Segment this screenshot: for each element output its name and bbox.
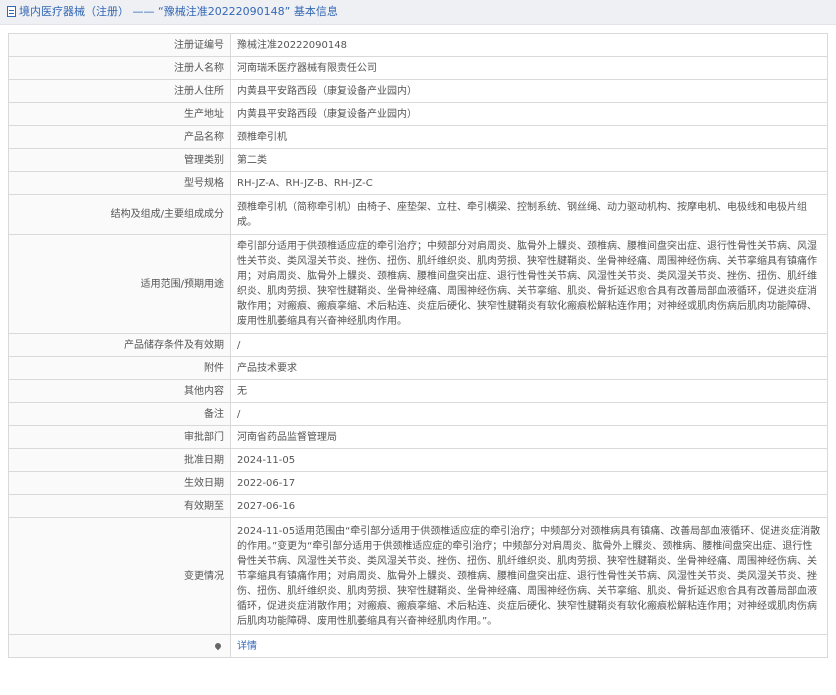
field-value: 牵引部分适用于供颈椎适应症的牵引治疗；中频部分对肩周炎、肱骨外上髁炎、颈椎病、腰… — [230, 234, 828, 334]
field-value: RH-JZ-A、RH-JZ-B、RH-JZ-C — [230, 171, 828, 195]
field-value: 2027-06-16 — [230, 494, 828, 518]
field-value: 2024-11-05 — [230, 448, 828, 472]
table-row: 生产地址 内黄县平安路西段（康复设备产业园内） — [8, 102, 828, 126]
field-value: 第二类 — [230, 148, 828, 172]
field-value: / — [230, 333, 828, 357]
table-row: 详情 — [8, 634, 828, 658]
field-label: 结构及组成/主要组成成分 — [8, 194, 231, 235]
field-label: 生效日期 — [8, 471, 231, 495]
table-row: 适用范围/预期用途 牵引部分适用于供颈椎适应症的牵引治疗；中频部分对肩周炎、肱骨… — [8, 234, 828, 334]
table-row: 结构及组成/主要组成成分 颈椎牵引机（简称牵引机）由椅子、座垫架、立柱、牵引横梁… — [8, 194, 828, 235]
field-value: 内黄县平安路西段（康复设备产业园内） — [230, 79, 828, 103]
field-value: 无 — [230, 379, 828, 403]
field-value: 豫械注准20222090148 — [230, 33, 828, 57]
field-label: 产品储存条件及有效期 — [8, 333, 231, 357]
table-row: 备注 / — [8, 402, 828, 426]
field-label: 适用范围/预期用途 — [8, 234, 231, 334]
detail-cell: 详情 — [230, 634, 828, 658]
field-label: 产品名称 — [8, 125, 231, 149]
field-value: 颈椎牵引机 — [230, 125, 828, 149]
field-label: 批准日期 — [8, 448, 231, 472]
table-row: 注册人名称 河南瑞禾医疗器械有限责任公司 — [8, 56, 828, 80]
field-value: / — [230, 402, 828, 426]
field-label: 审批部门 — [8, 425, 231, 449]
table-row: 注册证编号 豫械注准20222090148 — [8, 33, 828, 57]
detail-link[interactable]: 详情 — [237, 641, 257, 652]
field-value: 2024-11-05适用范围由“牵引部分适用于供颈椎适应症的牵引治疗；中频部分对… — [230, 517, 828, 635]
field-label: 注册人住所 — [8, 79, 231, 103]
field-label: 附件 — [8, 356, 231, 380]
table-row: 批准日期 2024-11-05 — [8, 448, 828, 472]
table-row: 产品名称 颈椎牵引机 — [8, 125, 828, 149]
page-header: 境内医疗器械（注册） —— “豫械注准20222090148” 基本信息 — [0, 0, 836, 25]
field-label: 生产地址 — [8, 102, 231, 126]
table-row: 型号规格 RH-JZ-A、RH-JZ-B、RH-JZ-C — [8, 171, 828, 195]
field-label: 备注 — [8, 402, 231, 426]
table-row: 有效期至 2027-06-16 — [8, 494, 828, 518]
table-row: 注册人住所 内黄县平安路西段（康复设备产业园内） — [8, 79, 828, 103]
page-title: 境内医疗器械（注册） —— “豫械注准20222090148” 基本信息 — [19, 5, 338, 18]
table-row: 产品储存条件及有效期 / — [8, 333, 828, 357]
document-icon — [7, 5, 16, 17]
table-row: 附件 产品技术要求 — [8, 356, 828, 380]
table-row: 生效日期 2022-06-17 — [8, 471, 828, 495]
field-label: 注册证编号 — [8, 33, 231, 57]
detail-label — [8, 634, 231, 658]
field-label: 管理类别 — [8, 148, 231, 172]
field-value: 颈椎牵引机（简称牵引机）由椅子、座垫架、立柱、牵引横梁、控制系统、钢丝绳、动力驱… — [230, 194, 828, 235]
field-value: 2022-06-17 — [230, 471, 828, 495]
table-row: 其他内容 无 — [8, 379, 828, 403]
table-row: 变更情况 2024-11-05适用范围由“牵引部分适用于供颈椎适应症的牵引治疗；… — [8, 517, 828, 635]
field-label: 变更情况 — [8, 517, 231, 635]
field-label: 型号规格 — [8, 171, 231, 195]
field-value: 产品技术要求 — [230, 356, 828, 380]
field-value: 河南省药品监督管理局 — [230, 425, 828, 449]
field-value: 河南瑞禾医疗器械有限责任公司 — [230, 56, 828, 80]
field-label: 其他内容 — [8, 379, 231, 403]
field-value: 内黄县平安路西段（康复设备产业园内） — [230, 102, 828, 126]
table-row: 管理类别 第二类 — [8, 148, 828, 172]
table-row: 审批部门 河南省药品监督管理局 — [8, 425, 828, 449]
map-pin-icon — [213, 641, 223, 650]
field-label: 有效期至 — [8, 494, 231, 518]
field-label: 注册人名称 — [8, 56, 231, 80]
registration-info-table: 注册证编号 豫械注准20222090148 注册人名称 河南瑞禾医疗器械有限责任… — [8, 33, 828, 658]
